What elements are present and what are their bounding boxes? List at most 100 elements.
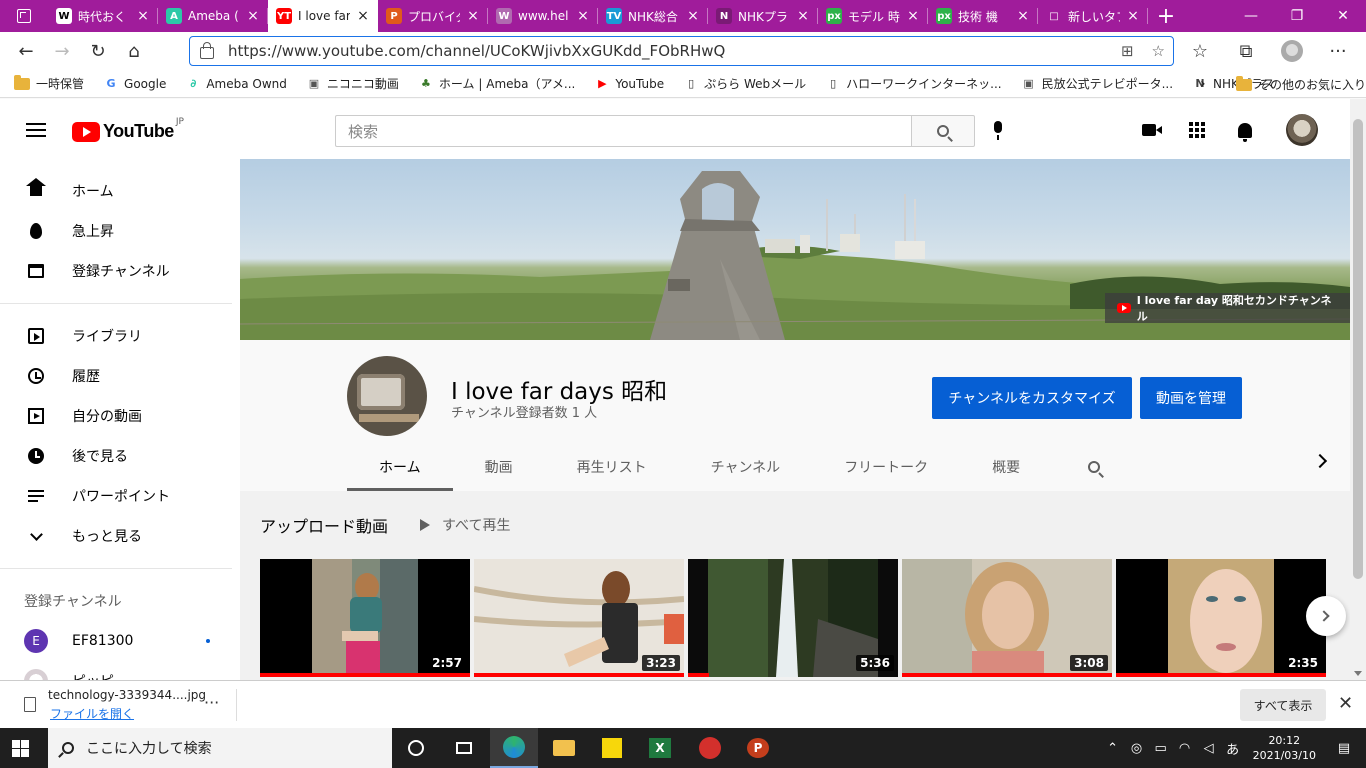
browser-tab[interactable]: □ 新しいタブ ×: [1038, 0, 1148, 32]
video-thumbnail[interactable]: 3:23: [474, 559, 684, 677]
download-filename[interactable]: technology-3339344....jpg: [48, 688, 206, 702]
sticky-notes-icon[interactable]: [588, 728, 636, 768]
tab-close-icon[interactable]: ×: [1126, 8, 1140, 24]
browser-tab[interactable]: px 技術 機 ×: [928, 0, 1038, 32]
video-thumbnail[interactable]: 2:35: [1116, 559, 1326, 677]
bookmark-item[interactable]: ♣ ホーム | Ameba（アメ...: [419, 75, 575, 92]
search-input[interactable]: 検索: [335, 115, 911, 147]
volume-icon[interactable]: ◁: [1197, 741, 1221, 756]
sidebar-item-subscriptions[interactable]: 登録チャンネル: [0, 251, 240, 291]
tab-close-icon[interactable]: ×: [356, 8, 370, 24]
browser-tab[interactable]: Wwww.hel ×: [488, 0, 598, 32]
tab-channels[interactable]: チャンネル: [679, 443, 813, 491]
bookmark-item[interactable]: ▶ YouTube: [595, 75, 664, 92]
subscription-item-ef81300[interactable]: E EF81300: [0, 621, 240, 661]
battery-icon[interactable]: ▭: [1149, 741, 1173, 756]
show-all-downloads-button[interactable]: すべて表示: [1240, 689, 1326, 721]
clock[interactable]: 20:12 2021/03/10: [1253, 733, 1316, 763]
tab-close-icon[interactable]: ×: [796, 8, 810, 24]
sidebar-item-home[interactable]: ホーム: [0, 171, 240, 211]
uploads-title[interactable]: アップロード動画: [260, 513, 388, 537]
task-view-icon[interactable]: [440, 728, 488, 768]
bookmark-item[interactable]: ▣ 民放公式テレビポータ...: [1022, 75, 1173, 92]
restore-button[interactable]: ❐: [1274, 0, 1320, 32]
wifi-icon[interactable]: ◠: [1173, 741, 1197, 756]
banner-channel-link[interactable]: I love far day 昭和セカンドチャンネル: [1105, 293, 1350, 323]
tab-playlists[interactable]: 再生リスト: [545, 443, 679, 491]
create-video-button[interactable]: [1138, 119, 1162, 141]
sidebar-item-library[interactable]: ライブラリ: [0, 316, 240, 356]
forward-button[interactable]: →: [44, 36, 80, 66]
notifications-center-icon[interactable]: ▤: [1332, 741, 1356, 756]
subscription-item-pippi[interactable]: ピッピ: [0, 661, 240, 680]
browser-tab[interactable]: px モデル 時 ×: [818, 0, 928, 32]
notifications-button[interactable]: [1234, 119, 1256, 142]
tabs-scroll-right-chevron-icon[interactable]: [1312, 453, 1328, 469]
play-all-button[interactable]: すべて再生: [420, 515, 510, 535]
url-input[interactable]: https://www.youtube.com/channel/UCoKWjiv…: [189, 36, 1174, 66]
voice-search-microphone-icon[interactable]: [991, 121, 1005, 141]
browser-tab[interactable]: A Ameba (×: [158, 0, 268, 32]
manage-videos-button[interactable]: 動画を管理: [1140, 377, 1242, 419]
other-favorites-folder[interactable]: その他のお気に入り: [1236, 75, 1366, 93]
sidebar-item-trending[interactable]: 急上昇: [0, 211, 240, 251]
powerpoint-icon[interactable]: P: [734, 728, 782, 768]
shelf-next-button[interactable]: [1306, 596, 1346, 636]
scroll-down-arrow-icon[interactable]: [1354, 671, 1362, 676]
collections-icon[interactable]: ⧉: [1226, 36, 1266, 66]
start-button-windows-icon[interactable]: [12, 740, 30, 757]
browser-tab[interactable]: W 時代おく ×: [48, 0, 158, 32]
close-download-bar-icon[interactable]: ✕: [1338, 693, 1353, 714]
tab-close-icon[interactable]: ×: [466, 8, 480, 24]
bookmark-item[interactable]: ▣ ニコニコ動画: [307, 75, 399, 92]
ime-mode-indicator[interactable]: あ: [1221, 739, 1245, 758]
guide-menu-icon[interactable]: [26, 123, 46, 137]
new-tab-button[interactable]: +: [1148, 0, 1184, 32]
tab-home[interactable]: ホーム: [347, 443, 453, 491]
tab-close-icon[interactable]: ×: [246, 8, 260, 24]
back-button[interactable]: ←: [8, 36, 44, 66]
settings-menu-icon[interactable]: ···: [1318, 36, 1358, 66]
browser-tab[interactable]: YT I love far ×: [268, 0, 378, 32]
tab-close-icon[interactable]: ×: [1016, 8, 1030, 24]
sidebar-item-watch-later[interactable]: 後で見る: [0, 436, 240, 476]
bookmark-item[interactable]: G Google: [104, 75, 167, 92]
tab-close-icon[interactable]: ×: [576, 8, 590, 24]
sidebar-item-my-videos[interactable]: 自分の動画: [0, 396, 240, 436]
bookmark-item[interactable]: ∂ Ameba Ownd: [186, 75, 287, 92]
show-hidden-icons-chevron-icon[interactable]: ⌃: [1101, 741, 1125, 756]
red-app-icon[interactable]: [686, 728, 734, 768]
tab-about[interactable]: 概要: [960, 443, 1052, 491]
tab-community[interactable]: フリートーク: [812, 443, 960, 491]
profile-button[interactable]: [1272, 36, 1312, 66]
video-thumbnail[interactable]: 5:36: [688, 559, 898, 677]
tab-close-icon[interactable]: ×: [906, 8, 920, 24]
file-explorer-icon[interactable]: [540, 728, 588, 768]
bookmark-item[interactable]: ▯ ハローワークインターネッ...: [826, 75, 1001, 92]
browser-tab[interactable]: N NHKプラ ×: [708, 0, 818, 32]
favorites-icon[interactable]: ☆: [1180, 36, 1220, 66]
edge-browser-icon[interactable]: [490, 728, 538, 768]
youtube-logo[interactable]: YouTube JP: [72, 117, 184, 142]
scrollbar-thumb[interactable]: [1353, 119, 1363, 579]
download-more-options-icon[interactable]: ···: [204, 693, 219, 712]
search-button[interactable]: [911, 115, 975, 147]
bookmarks-overflow-chevron-icon[interactable]: ›: [1200, 76, 1206, 92]
browser-tab[interactable]: P プロバイダ ×: [378, 0, 488, 32]
home-button[interactable]: ⌂: [116, 36, 152, 66]
video-thumbnail[interactable]: 2:57: [260, 559, 470, 677]
sidebar-item-history[interactable]: 履歴: [0, 356, 240, 396]
account-avatar[interactable]: [1286, 114, 1318, 146]
meet-now-icon[interactable]: ◎: [1125, 741, 1149, 756]
tab-close-icon[interactable]: ×: [136, 8, 150, 24]
minimize-button[interactable]: —: [1228, 0, 1274, 32]
tab-videos[interactable]: 動画: [453, 443, 545, 491]
open-file-link[interactable]: ファイルを開く: [50, 705, 134, 722]
taskbar-search-box[interactable]: ここに入力して検索: [48, 728, 392, 768]
add-favorite-icon[interactable]: ☆: [1152, 42, 1165, 60]
tab-close-icon[interactable]: ×: [686, 8, 700, 24]
apps-available-icon[interactable]: ⊞: [1121, 42, 1134, 60]
cortana-circle-icon[interactable]: [392, 728, 440, 768]
video-thumbnail[interactable]: 3:08: [902, 559, 1112, 677]
close-window-button[interactable]: ✕: [1320, 0, 1366, 32]
